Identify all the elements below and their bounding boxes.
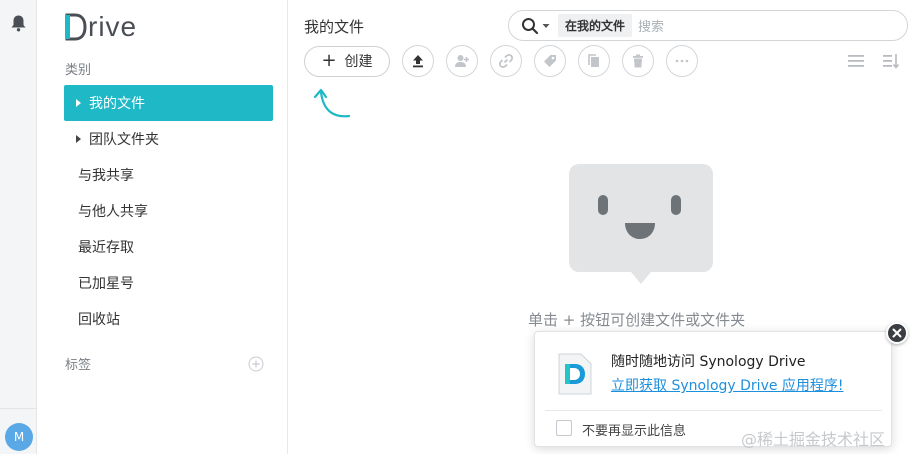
tag-icon — [544, 55, 556, 67]
search-input[interactable]: 搜索 — [638, 16, 664, 35]
copy-icon — [588, 54, 599, 67]
sidebar-item-label: 团队文件夹 — [89, 132, 159, 148]
empty-state-message: 单击 + 按钮可创建文件或文件夹 — [528, 311, 746, 329]
category-label: 类别 — [65, 63, 92, 78]
dont-show-again-label[interactable]: 不要再显示此信息 — [582, 420, 686, 439]
drive-logo-d-icon — [65, 13, 87, 41]
curved-arrow-icon — [313, 88, 351, 118]
copy-button[interactable] — [578, 45, 610, 77]
sidebar-item-label: 最近存取 — [78, 240, 134, 256]
chevron-down-icon[interactable] — [542, 22, 550, 30]
caret-right-icon[interactable] — [74, 99, 82, 107]
get-app-link[interactable]: 立即获取 Synology Drive 应用程序! — [611, 375, 844, 395]
sidebar: rive 类别 我的文件 团队文件夹 与我共享 与他人共享 最近存取 已加星号 — [48, 0, 288, 454]
close-icon — [892, 328, 902, 338]
search-scope-badge[interactable]: 在我的文件 — [558, 14, 633, 37]
synology-drive-app-icon — [558, 353, 592, 395]
popup-title: 随时随地访问 Synology Drive — [611, 354, 806, 370]
sidebar-item-recycle-bin[interactable]: 回收站 — [64, 301, 273, 337]
sidebar-item-team-folders[interactable]: 团队文件夹 — [64, 121, 273, 157]
share-user-icon — [455, 55, 469, 67]
tags-section: 标签 — [65, 354, 264, 373]
sort-icon[interactable] — [882, 52, 900, 70]
link-icon — [498, 53, 514, 69]
watermark: @稀土掘金技术社区 — [741, 430, 886, 449]
bell-icon[interactable] — [10, 14, 27, 32]
link-button[interactable] — [490, 45, 522, 77]
delete-icon — [633, 54, 643, 68]
delete-button[interactable] — [622, 45, 654, 77]
sidebar-item-label: 回收站 — [78, 312, 120, 328]
add-tag-icon[interactable] — [248, 356, 264, 372]
sidebar-item-label: 我的文件 — [89, 96, 145, 112]
sidebar-item-label: 已加星号 — [78, 276, 134, 292]
sidebar-item-starred[interactable]: 已加星号 — [64, 265, 273, 301]
dont-show-again-checkbox[interactable] — [556, 420, 572, 436]
sidebar-item-shared-with-others[interactable]: 与他人共享 — [64, 193, 273, 229]
rail-divider — [0, 408, 37, 409]
toolbar: + 创建 — [304, 45, 698, 77]
sidebar-item-recent[interactable]: 最近存取 — [64, 229, 273, 265]
caret-right-icon[interactable] — [74, 135, 82, 143]
tag-button[interactable] — [534, 45, 566, 77]
sidebar-item-shared-with-me[interactable]: 与我共享 — [64, 157, 273, 193]
avatar[interactable]: M — [5, 423, 33, 451]
share-user-button[interactable] — [446, 45, 478, 77]
popup-divider — [545, 410, 882, 411]
page-title: 我的文件 — [304, 18, 365, 36]
left-rail: M — [0, 0, 37, 454]
list-view-icon[interactable] — [847, 52, 865, 70]
sidebar-item-my-files[interactable]: 我的文件 — [64, 85, 273, 121]
synology-drive-app: M rive 类别 我的文件 团队文件夹 与我共享 与他人共享 最近存取 已加星… — [0, 0, 911, 454]
upload-icon — [413, 55, 423, 68]
drive-logo: rive — [65, 10, 137, 44]
main-panel: 我的文件 在我的文件 搜索 + 创建 单击 + 按钮可创建文件或文件夹 随时随地… — [289, 0, 911, 454]
drive-logo-text: rive — [88, 11, 138, 42]
search-bar[interactable]: 在我的文件 搜索 — [508, 10, 908, 41]
tags-label: 标签 — [65, 358, 92, 373]
search-icon[interactable] — [521, 17, 539, 35]
sidebar-item-label: 与他人共享 — [78, 204, 148, 220]
more-button[interactable] — [666, 45, 698, 77]
sidebar-nav: 我的文件 团队文件夹 与我共享 与他人共享 最近存取 已加星号 回收站 — [64, 85, 273, 337]
sidebar-item-label: 与我共享 — [78, 168, 134, 184]
popup-close-button[interactable] — [886, 322, 908, 344]
empty-state-mascot-icon — [569, 164, 713, 284]
create-button[interactable]: + 创建 — [304, 45, 390, 77]
plus-icon: + — [321, 50, 337, 71]
create-label: 创建 — [344, 54, 373, 70]
more-icon — [675, 59, 689, 63]
upload-button[interactable] — [402, 45, 434, 77]
